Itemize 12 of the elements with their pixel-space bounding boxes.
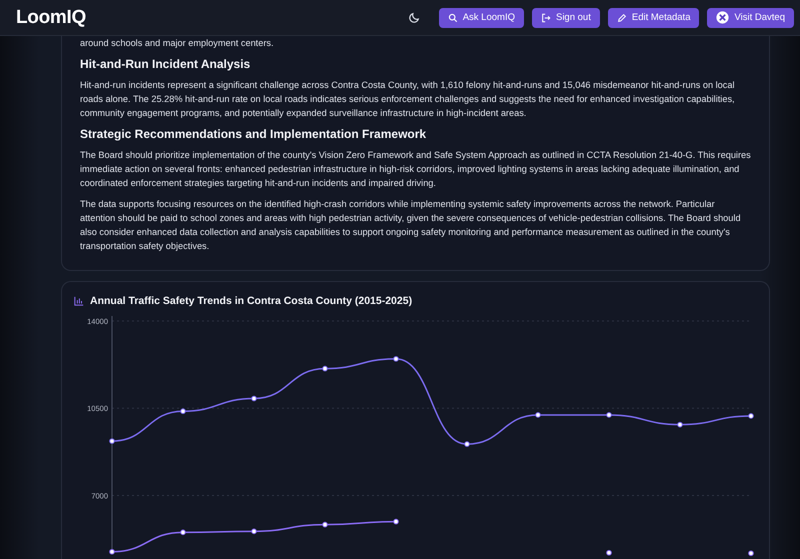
section-heading: Hit-and-Run Incident Analysis bbox=[80, 57, 252, 71]
paragraph: The Board should prioritize implementation of the county's Vision Zero Framework and Safe System Approach as outlined in CCTA Resolution 21-40-G. This requires immediate action on several fronts: enhanced pedestrian infrastructure in high-risk corridors, improved lighting systems in areas lacking adequate illumination, and coordinated enforcement strategies targeting hit-and-run incidents and impaired driving. bbox=[80, 149, 751, 190]
paragraph: Hit-and-run incidents represent a significant challenge across Contra Costa County, with 1,610 felony hit-and-runs and 15,046 misdemeanor hit-and-runs on local roads alone. The 25.28% hit-and-run rate on local roads indicates serious enforcement challenges and suggests the need for enhanced investigation capabilities, community engagement programs, and potentially expanded surveillance infrastructure in high-incident areas. bbox=[80, 79, 736, 120]
paragraph: around schools and major employment centers. bbox=[80, 37, 275, 50]
section-heading: Strategic Recommendations and Implementation Framework bbox=[80, 127, 428, 141]
header-button[interactable]: Visit Davteq bbox=[707, 8, 794, 28]
header-button[interactable]: Ask LoomIQ bbox=[438, 8, 524, 28]
chart-title: Annual Traffic Safety Trends in Contra Costa County (2015-2025) bbox=[90, 295, 412, 307]
header-button[interactable]: Sign out bbox=[532, 8, 600, 28]
logo[interactable]: LoomIQ bbox=[16, 6, 86, 28]
header-button[interactable]: Edit Metadata bbox=[608, 8, 700, 28]
paragraph: The data supports focusing resources on the identified high-crash corridors while implementing systemic safety improvements across the network. Particular attention should be paid to school zones and areas with high pedestrian activity, given the severe consequences of vehicle-pedestrian collisions. The Board should also consider enhanced data collection and analysis capabilities to support ongoing safety monitoring and performance measurement as outlined in the county's transportation safety objectives. bbox=[80, 198, 742, 253]
